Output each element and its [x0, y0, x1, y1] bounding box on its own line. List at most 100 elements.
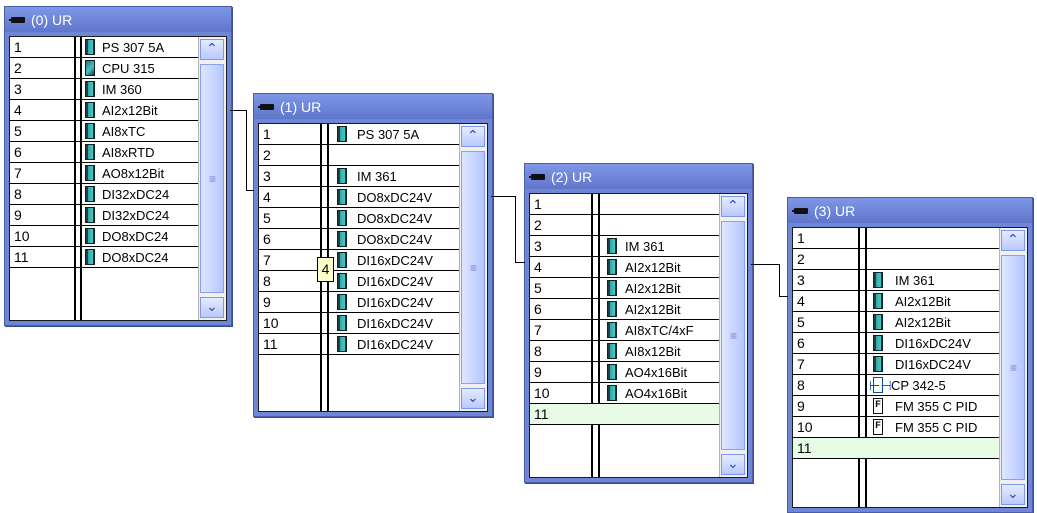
table-row[interactable]: 10 AO4x16Bit	[530, 383, 720, 404]
module-name[interactable]: DI16xDC24V	[357, 313, 447, 334]
module-name[interactable]: IM 360	[102, 79, 188, 100]
module-name[interactable]: IM 361	[625, 236, 705, 257]
table-row[interactable]: 2 CPU 315	[10, 58, 199, 79]
vertical-scrollbar[interactable]: ⌃ ⌄	[459, 124, 487, 411]
module-name[interactable]: CP 342-5	[891, 375, 990, 396]
module-name[interactable]	[357, 145, 447, 166]
table-row[interactable]: 1	[793, 228, 1000, 249]
module-name[interactable]: AI2x12Bit	[625, 299, 705, 320]
module-name[interactable]	[625, 194, 705, 215]
table-row[interactable]: 3 IM 361	[530, 236, 720, 257]
module-name[interactable]: AI2x12Bit	[895, 312, 990, 333]
table-row[interactable]: 9 AO4x16Bit	[530, 362, 720, 383]
table-row[interactable]: 11	[530, 404, 720, 425]
table-row[interactable]: 8 AI8x12Bit	[530, 341, 720, 362]
table-row[interactable]: 1 PS 307 5A	[259, 124, 460, 145]
table-row[interactable]: 5 AI2x12Bit	[530, 278, 720, 299]
module-name[interactable]: DI16xDC24V	[357, 250, 447, 271]
module-name[interactable]: CPU 315	[102, 58, 188, 79]
module-name[interactable]: DO8xDC24	[102, 226, 188, 247]
table-row[interactable]: 6 DO8xDC24V	[259, 229, 460, 250]
scroll-up-button[interactable]: ⌃	[200, 39, 224, 60]
module-name[interactable]: FM 355 C PID	[895, 417, 990, 438]
rack-window-0[interactable]: (0) UR 1 PS 307 5A 2 CPU 315 3 IM 360 4 AI2x…	[4, 6, 232, 326]
table-row[interactable]: 9 DI32xDC24	[10, 205, 199, 226]
table-row[interactable]: 2	[259, 145, 460, 166]
table-row[interactable]: 11 DI16xDC24V	[259, 334, 460, 355]
table-row[interactable]: 7 AI8xTC/4xF	[530, 320, 720, 341]
table-row[interactable]: 3 IM 361	[793, 270, 1000, 291]
module-name[interactable]: DO8xDC24V	[357, 187, 447, 208]
table-row[interactable]: 9 DI16xDC24V	[259, 292, 460, 313]
table-row[interactable]: 8 DI16xDC24V	[259, 271, 460, 292]
table-row[interactable]: 7 DI16xDC24V	[793, 354, 1000, 375]
vertical-scrollbar[interactable]: ⌃ ⌄	[719, 194, 747, 477]
table-row[interactable]: 5 AI8xTC	[10, 121, 199, 142]
module-name[interactable]: DI32xDC24	[102, 205, 188, 226]
table-row[interactable]: 5 DO8xDC24V	[259, 208, 460, 229]
rack-window-2[interactable]: (2) UR 1 2 3 IM 361 4 AI2x12Bit 5 AI2x12Bit…	[524, 163, 753, 483]
scroll-down-button[interactable]: ⌄	[200, 297, 224, 318]
module-name[interactable]: AO4x16Bit	[625, 362, 705, 383]
scroll-up-button[interactable]: ⌃	[461, 126, 485, 147]
module-name[interactable]: DI16xDC24V	[895, 354, 990, 375]
module-name[interactable]: AI2x12Bit	[102, 100, 188, 121]
scroll-down-button[interactable]: ⌄	[721, 454, 745, 475]
table-row[interactable]: 4 AI2x12Bit	[793, 291, 1000, 312]
table-row[interactable]: 8 DI32xDC24	[10, 184, 199, 205]
table-row[interactable]: 2	[530, 215, 720, 236]
module-name[interactable]: PS 307 5A	[102, 37, 188, 58]
module-name[interactable]: AI8xTC	[102, 121, 188, 142]
table-row[interactable]: 5 AI2x12Bit	[793, 312, 1000, 333]
table-row[interactable]: 8 CP 342-5	[793, 375, 1000, 396]
module-name[interactable]: AI2x12Bit	[625, 278, 705, 299]
rack-title-bar-3[interactable]: (3) UR	[788, 198, 1032, 223]
module-name[interactable]: DI16xDC24V	[357, 271, 447, 292]
module-name[interactable]: DO8xDC24V	[357, 208, 447, 229]
table-row[interactable]: 10 DI16xDC24V	[259, 313, 460, 334]
module-name[interactable]: AI2x12Bit	[625, 257, 705, 278]
table-row[interactable]: 9 FM 355 C PID	[793, 396, 1000, 417]
module-name[interactable]: AI2x12Bit	[895, 291, 990, 312]
table-row[interactable]: 7 DI16xDC24V	[259, 250, 460, 271]
scroll-down-button[interactable]: ⌄	[461, 388, 485, 409]
module-name[interactable]	[895, 228, 990, 249]
table-row[interactable]: 2	[793, 249, 1000, 270]
table-row[interactable]: 11 DO8xDC24	[10, 247, 199, 268]
table-row[interactable]: 7 AO8x12Bit	[10, 163, 199, 184]
rack-title-bar-0[interactable]: (0) UR	[5, 7, 231, 32]
table-row[interactable]: 6 AI2x12Bit	[530, 299, 720, 320]
table-row[interactable]: 6 DI16xDC24V	[793, 333, 1000, 354]
scroll-thumb[interactable]	[200, 64, 224, 293]
table-row[interactable]: 4 AI2x12Bit	[530, 257, 720, 278]
scroll-up-button[interactable]: ⌃	[1001, 230, 1025, 251]
table-row[interactable]: 1 PS 307 5A	[10, 37, 199, 58]
module-name[interactable]: AI8x12Bit	[625, 341, 705, 362]
rack-title-bar-2[interactable]: (2) UR	[525, 164, 752, 189]
module-name[interactable]: DI16xDC24V	[895, 333, 990, 354]
table-row[interactable]: 6 AI8xRTD	[10, 142, 199, 163]
scroll-thumb[interactable]	[721, 221, 745, 450]
vertical-scrollbar[interactable]: ⌃ ⌄	[198, 37, 226, 320]
module-name[interactable]: DO8xDC24V	[357, 229, 447, 250]
table-row[interactable]: 10 DO8xDC24	[10, 226, 199, 247]
module-name[interactable]	[625, 404, 705, 425]
module-name[interactable]: AO4x16Bit	[625, 383, 705, 404]
table-row[interactable]: 10 FM 355 C PID	[793, 417, 1000, 438]
module-name[interactable]: AI8xTC/4xF	[625, 320, 705, 341]
vertical-scrollbar[interactable]: ⌃ ⌄	[999, 228, 1027, 507]
module-name[interactable]	[895, 249, 990, 270]
module-name[interactable]: IM 361	[895, 270, 990, 291]
module-name[interactable]	[895, 438, 990, 459]
module-name[interactable]: AI8xRTD	[102, 142, 188, 163]
table-row[interactable]: 4 DO8xDC24V	[259, 187, 460, 208]
rack-window-1[interactable]: (1) UR 1 PS 307 5A 2 3 IM 361 4 DO8xDC24V 5…	[253, 93, 493, 417]
table-row[interactable]: 3 IM 360	[10, 79, 199, 100]
module-name[interactable]: DI16xDC24V	[357, 334, 447, 355]
scroll-up-button[interactable]: ⌃	[721, 196, 745, 217]
module-name[interactable]	[625, 215, 705, 236]
module-name[interactable]: DI16xDC24V	[357, 292, 447, 313]
scroll-down-button[interactable]: ⌄	[1001, 484, 1025, 505]
scroll-thumb[interactable]	[461, 151, 485, 384]
module-name[interactable]: DI32xDC24	[102, 184, 188, 205]
